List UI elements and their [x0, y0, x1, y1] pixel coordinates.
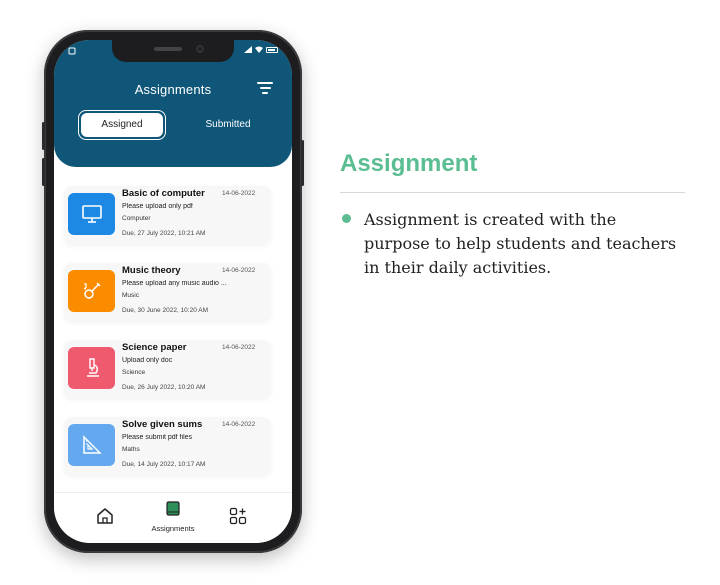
bullet-dot — [342, 214, 351, 223]
tab-assigned-label: Assigned — [81, 113, 163, 137]
phone-notch — [112, 40, 234, 62]
tab-submitted[interactable]: Submitted — [188, 110, 268, 140]
feature-heading: Assignment — [340, 150, 478, 177]
assignment-date: 14-06-2022 — [222, 190, 256, 197]
assignment-description: Please upload only pdf — [122, 203, 193, 210]
assignment-subject: Music — [122, 292, 139, 299]
assignment-due: Due, 30 June 2022, 10:20 AM — [122, 307, 209, 314]
assignment-due: Due, 26 July 2022, 10:20 AM — [122, 384, 206, 391]
assignment-date: 14-06-2022 — [222, 267, 256, 274]
assignment-subject: Computer — [122, 215, 151, 222]
assignment-subject: Science — [122, 369, 146, 376]
set-square-icon — [68, 424, 115, 466]
bottom-navigation: Assignments — [54, 492, 292, 543]
phone-mockup: Assignments Assigned Submitted Basic of … — [42, 30, 304, 553]
phone-screen: Assignments Assigned Submitted Basic of … — [54, 40, 292, 543]
front-camera — [196, 45, 204, 53]
assignment-description: Please submit pdf files — [122, 434, 193, 441]
assignment-title: Science paper — [122, 342, 187, 353]
divider — [340, 192, 685, 193]
assignment-card[interactable]: Music theory 14-06-2022 Please upload an… — [64, 263, 271, 321]
assignment-title: Basic of computer — [122, 188, 205, 199]
nav-item-assignments[interactable]: Assignments — [138, 501, 208, 533]
assignment-subject: Maths — [122, 446, 140, 453]
assignment-due: Due, 27 July 2022, 10:21 AM — [122, 230, 206, 237]
feature-description: Assignment is created with the purpose t… — [364, 210, 677, 277]
apps-add-icon[interactable] — [229, 507, 247, 525]
assignment-list: Basic of computer 14-06-2022 Please uplo… — [64, 186, 282, 494]
microscope-icon — [68, 347, 115, 389]
phone-volume-button — [42, 122, 45, 150]
assignment-due: Due, 14 July 2022, 10:17 AM — [122, 461, 206, 468]
nav-assignments-label: Assignments — [151, 524, 195, 533]
assignment-description: Upload only doc — [122, 357, 173, 364]
phone-volume-button — [42, 158, 45, 186]
battery-icon — [266, 46, 278, 53]
assignment-card[interactable]: Basic of computer 14-06-2022 Please uplo… — [64, 186, 271, 244]
phone-power-button — [301, 140, 304, 186]
status-bar-right — [244, 46, 278, 53]
tab-assigned[interactable]: Assigned — [78, 110, 166, 140]
speaker-grille — [154, 47, 182, 51]
assignment-date: 14-06-2022 — [222, 344, 256, 351]
status-bar-left — [68, 47, 76, 57]
assignment-title: Music theory — [122, 265, 181, 276]
monitor-icon — [68, 193, 115, 235]
book-icon — [166, 501, 180, 516]
assignment-title: Solve given sums — [122, 419, 203, 430]
home-icon[interactable] — [96, 507, 114, 525]
signal-icon — [244, 46, 252, 53]
guitar-icon — [68, 270, 115, 312]
assignment-card[interactable]: Science paper 14-06-2022 Upload only doc… — [64, 340, 271, 398]
filter-icon[interactable] — [257, 82, 273, 94]
assignment-description: Please upload any music audio ... — [122, 280, 227, 287]
assignment-card[interactable]: Solve given sums 14-06-2022 Please submi… — [64, 417, 271, 475]
tab-bar: Assigned Submitted — [78, 110, 268, 140]
wifi-icon — [255, 46, 263, 53]
notification-icon — [68, 47, 76, 55]
assignment-date: 14-06-2022 — [222, 421, 256, 428]
